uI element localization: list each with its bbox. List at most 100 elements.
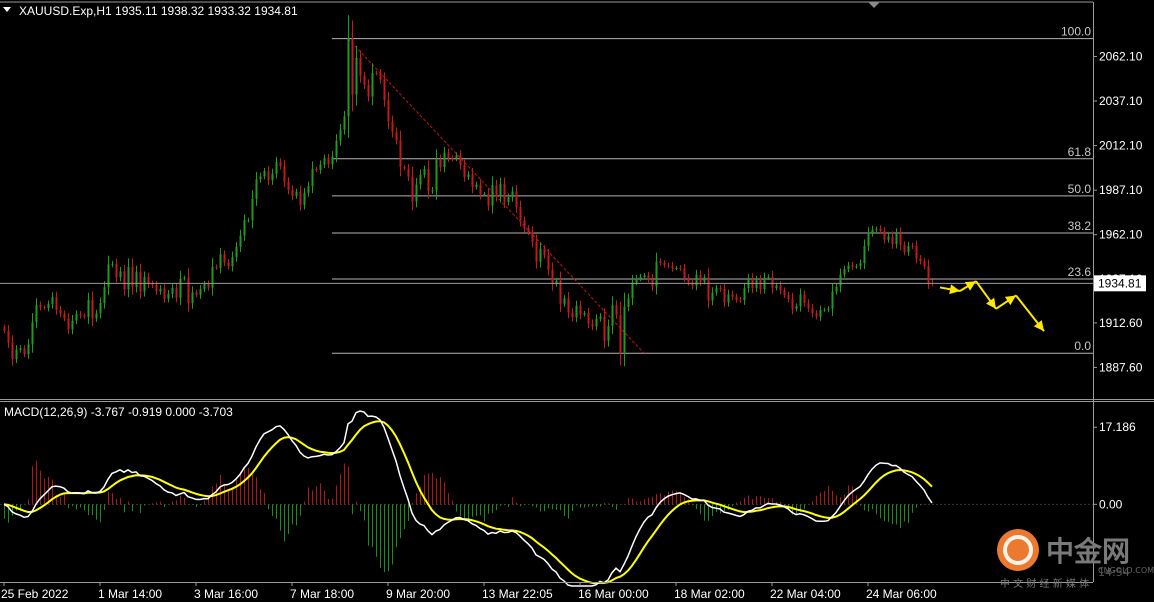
candle-body bbox=[479, 184, 482, 195]
watermark-cn-text: 中金网 bbox=[1046, 535, 1130, 568]
candle-body bbox=[703, 277, 706, 282]
candle-body bbox=[803, 294, 806, 304]
candle-body bbox=[51, 297, 54, 305]
candle-body bbox=[515, 191, 518, 208]
candle-body bbox=[511, 191, 514, 198]
candle-body bbox=[527, 228, 530, 233]
candle-body bbox=[823, 309, 826, 311]
candle-body bbox=[887, 236, 890, 240]
candle-body bbox=[759, 280, 762, 290]
candle-body bbox=[119, 271, 122, 278]
candle-body bbox=[11, 342, 14, 359]
candle-body bbox=[139, 271, 142, 292]
candle-body bbox=[135, 271, 138, 287]
candle-body bbox=[571, 312, 574, 318]
candle-body bbox=[171, 287, 174, 294]
candle-body bbox=[339, 129, 342, 141]
candle-body bbox=[271, 173, 274, 181]
candle-body bbox=[175, 287, 178, 298]
trading-chart[interactable]: 100.0 61.8 50.0 38.2 23.6 0.0 2062.10 2037.10 2… bbox=[0, 0, 1154, 602]
fib-level-label: 0.0 bbox=[1074, 339, 1091, 353]
candle-body bbox=[231, 257, 234, 267]
candle-body bbox=[203, 284, 206, 290]
candle-body bbox=[495, 185, 498, 197]
candle-body bbox=[371, 72, 374, 97]
candle-body bbox=[647, 275, 650, 280]
candle-body bbox=[351, 38, 354, 95]
candle-body bbox=[239, 235, 242, 247]
candle-body bbox=[891, 236, 894, 244]
candle-body bbox=[623, 306, 626, 354]
candle-body bbox=[3, 327, 6, 331]
candle-body bbox=[811, 308, 814, 314]
candle-body bbox=[855, 266, 858, 268]
candle-body bbox=[551, 269, 554, 285]
candle-body bbox=[851, 265, 854, 267]
candle-body bbox=[675, 268, 678, 270]
candle-body bbox=[699, 274, 702, 282]
time-tick-label: 13 Mar 22:05 bbox=[482, 587, 553, 601]
candle-body bbox=[391, 121, 394, 132]
candle-body bbox=[603, 316, 606, 341]
candle-body bbox=[335, 140, 338, 157]
candle-body bbox=[635, 278, 638, 283]
candle-body bbox=[599, 316, 602, 319]
candle-body bbox=[799, 294, 802, 307]
candle-body bbox=[63, 313, 66, 319]
candle-body bbox=[783, 290, 786, 296]
candle-body bbox=[583, 313, 586, 315]
candle-body bbox=[71, 320, 74, 330]
candle-body bbox=[251, 199, 254, 221]
candle-body bbox=[543, 248, 546, 256]
candle-body bbox=[19, 348, 22, 350]
candle-body bbox=[159, 288, 162, 292]
candle-body bbox=[163, 288, 166, 299]
price-tick-label: 2012.10 bbox=[1099, 139, 1143, 153]
price-tick-label: 1987.10 bbox=[1099, 183, 1143, 197]
candle-body bbox=[879, 228, 882, 231]
candle-body bbox=[519, 207, 522, 221]
candle-body bbox=[75, 314, 78, 321]
candle-body bbox=[59, 309, 62, 314]
candle-body bbox=[259, 176, 262, 180]
candle-body bbox=[315, 169, 318, 171]
time-tick-label: 25 Feb 2022 bbox=[1, 587, 69, 601]
candle-body bbox=[455, 155, 458, 159]
candle-body bbox=[31, 322, 34, 345]
candle-body bbox=[403, 167, 406, 169]
candle-body bbox=[719, 288, 722, 290]
candle-body bbox=[787, 295, 790, 300]
candle-body bbox=[839, 274, 842, 287]
candle-body bbox=[927, 266, 930, 283]
candle-body bbox=[283, 165, 286, 182]
candle-body bbox=[355, 57, 358, 95]
candle-body bbox=[291, 189, 294, 196]
time-tick-label: 7 Mar 18:00 bbox=[290, 587, 354, 601]
candle-body bbox=[299, 191, 302, 205]
candle-body bbox=[223, 254, 226, 263]
candle-body bbox=[567, 298, 570, 313]
candle-body bbox=[79, 314, 82, 316]
candle-body bbox=[483, 193, 486, 195]
fib-level-label: 23.6 bbox=[1068, 265, 1092, 279]
candle-body bbox=[243, 220, 246, 236]
candle-body bbox=[499, 184, 502, 197]
candle-body bbox=[911, 245, 914, 247]
price-tick-label: 1887.60 bbox=[1099, 360, 1143, 374]
candle-body bbox=[383, 79, 386, 101]
candle-body bbox=[279, 162, 282, 166]
candle-body bbox=[127, 266, 130, 290]
candle-body bbox=[591, 323, 594, 327]
candle-body bbox=[43, 307, 46, 309]
candle-body bbox=[659, 261, 662, 263]
candle-body bbox=[463, 164, 466, 178]
candle-body bbox=[187, 277, 190, 304]
candle-body bbox=[587, 313, 590, 324]
candle-body bbox=[303, 192, 306, 205]
candle-body bbox=[683, 268, 686, 278]
candle-body bbox=[179, 278, 182, 298]
candle-body bbox=[151, 284, 154, 286]
candle-body bbox=[875, 228, 878, 230]
candle-body bbox=[27, 344, 30, 355]
candle-body bbox=[523, 220, 526, 229]
